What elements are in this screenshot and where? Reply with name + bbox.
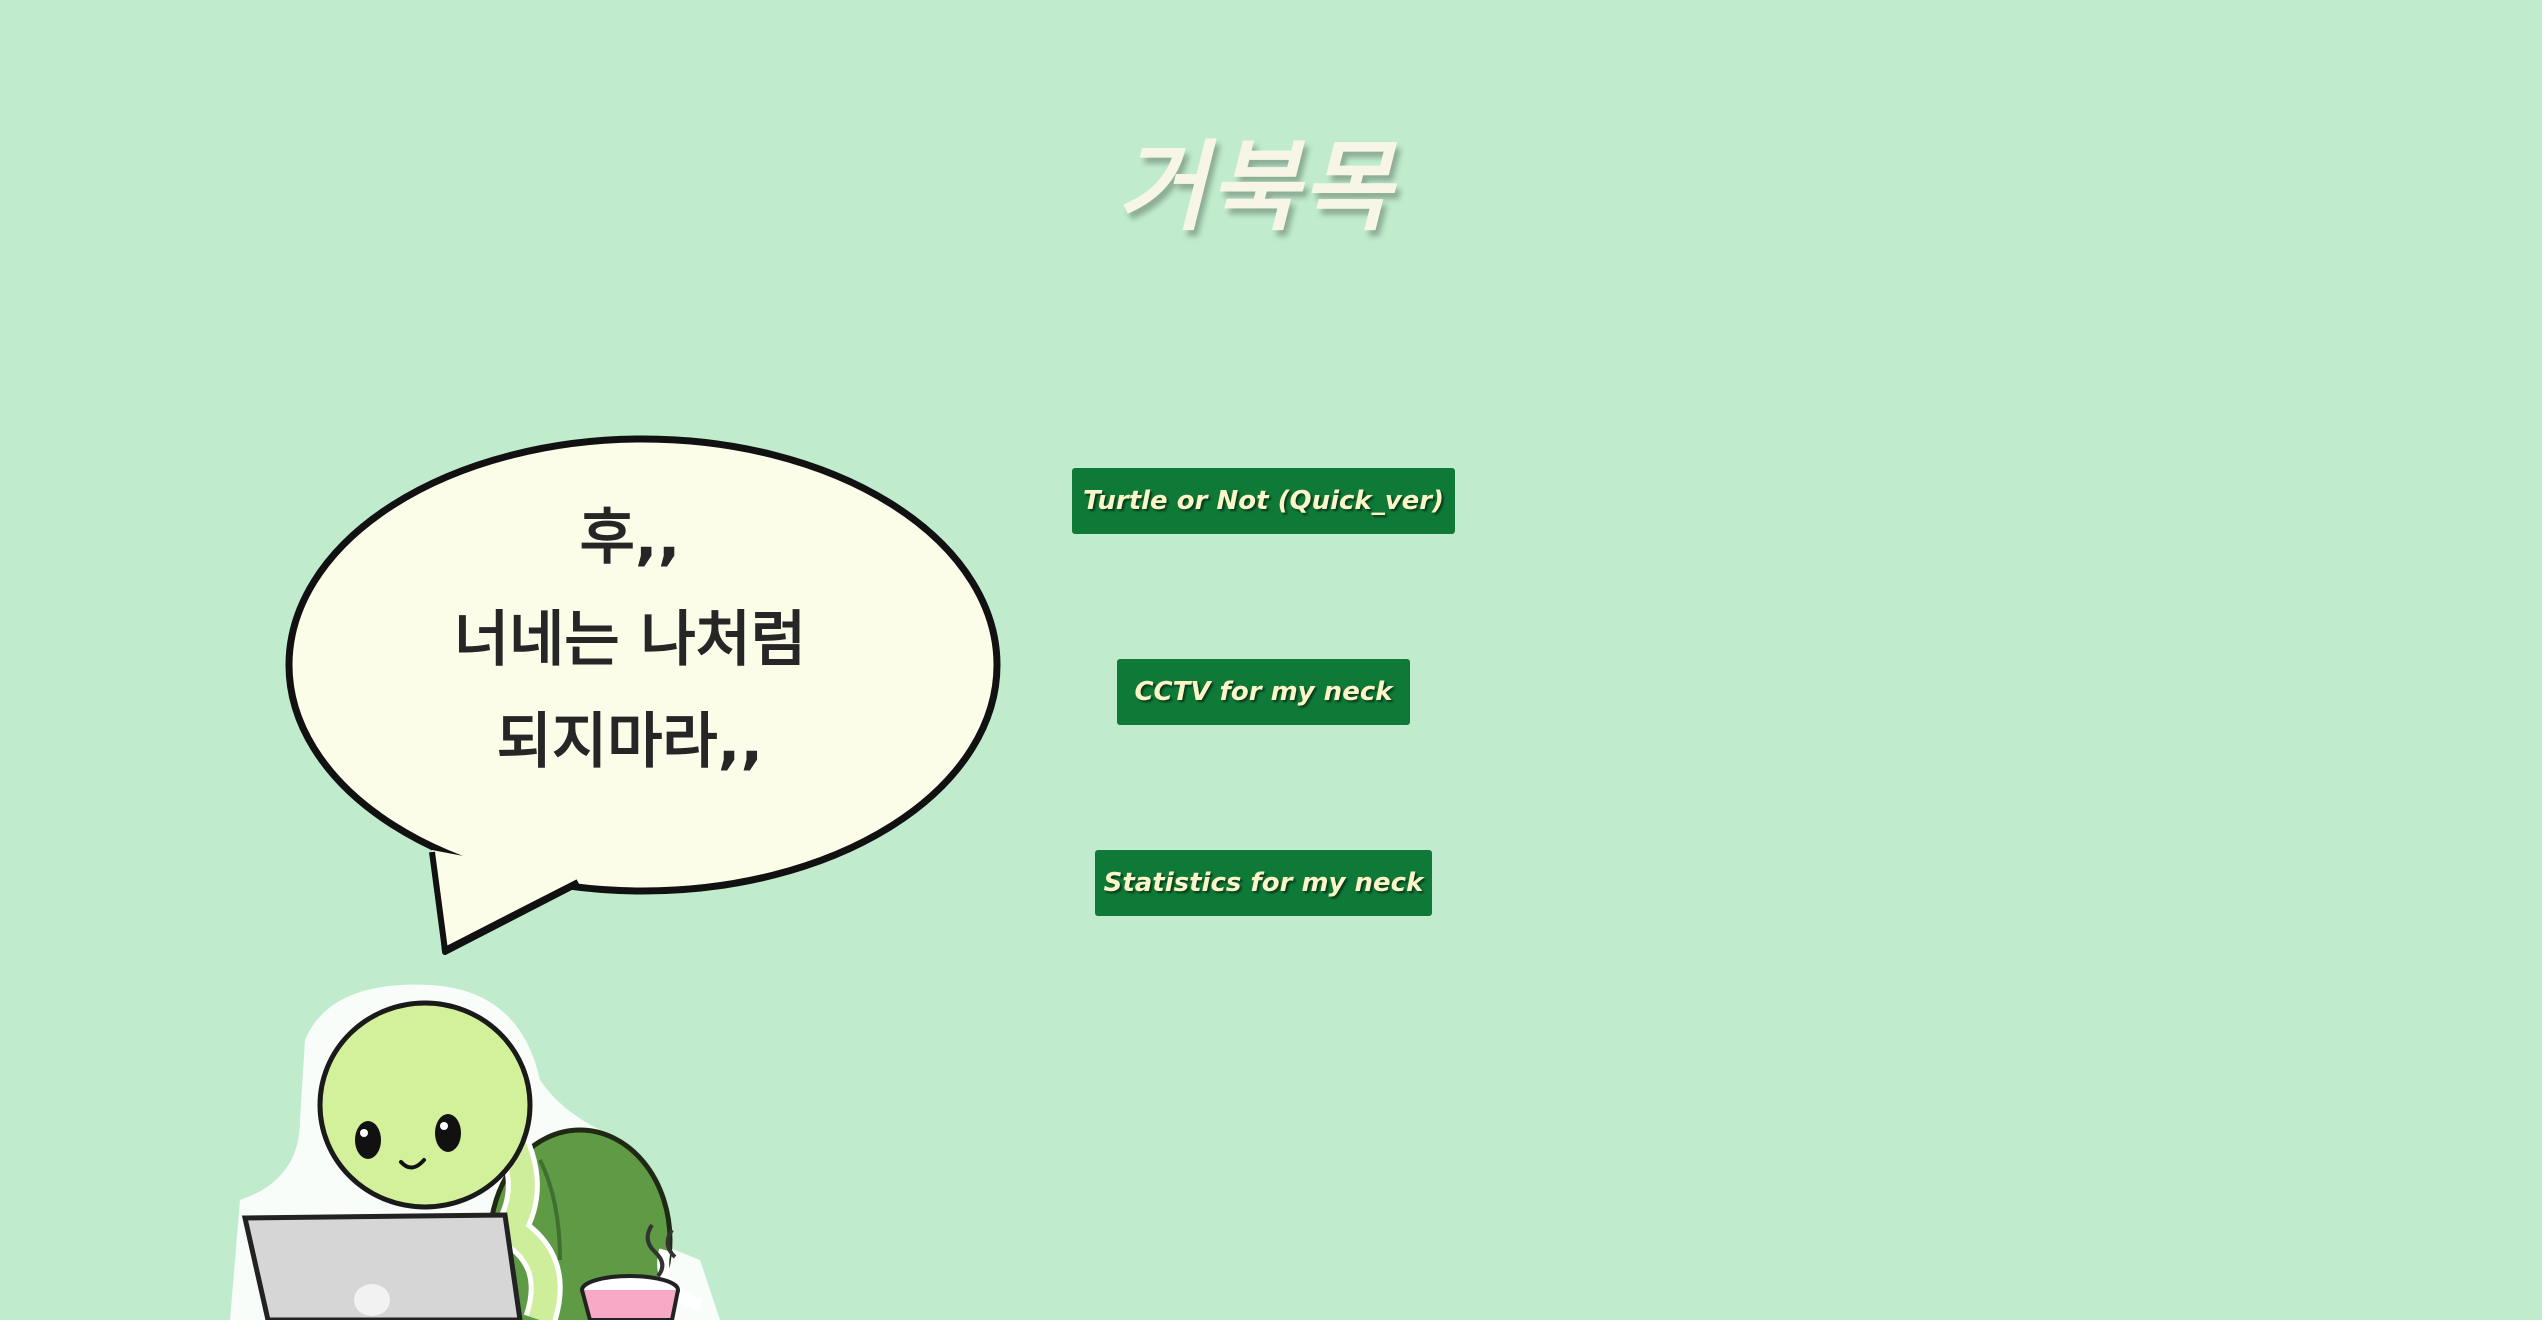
- bubble-text-line-3: 되지마라,,: [496, 707, 764, 777]
- turtle-character: [230, 984, 720, 1320]
- bubble-text-line-2: 너네는 나처럼: [453, 605, 807, 675]
- bubble-text-line-1: 후,,: [579, 503, 681, 573]
- cctv-neck-button[interactable]: CCTV for my neck: [1117, 659, 1410, 725]
- turtle-quick-check-button[interactable]: Turtle or Not (Quick_ver): [1072, 468, 1455, 534]
- neck-statistics-button[interactable]: Statistics for my neck: [1095, 850, 1432, 916]
- page: 거북목 후,, 너네는 나처럼 되지마라,, Turtle or Not (Qu…: [0, 0, 2542, 1320]
